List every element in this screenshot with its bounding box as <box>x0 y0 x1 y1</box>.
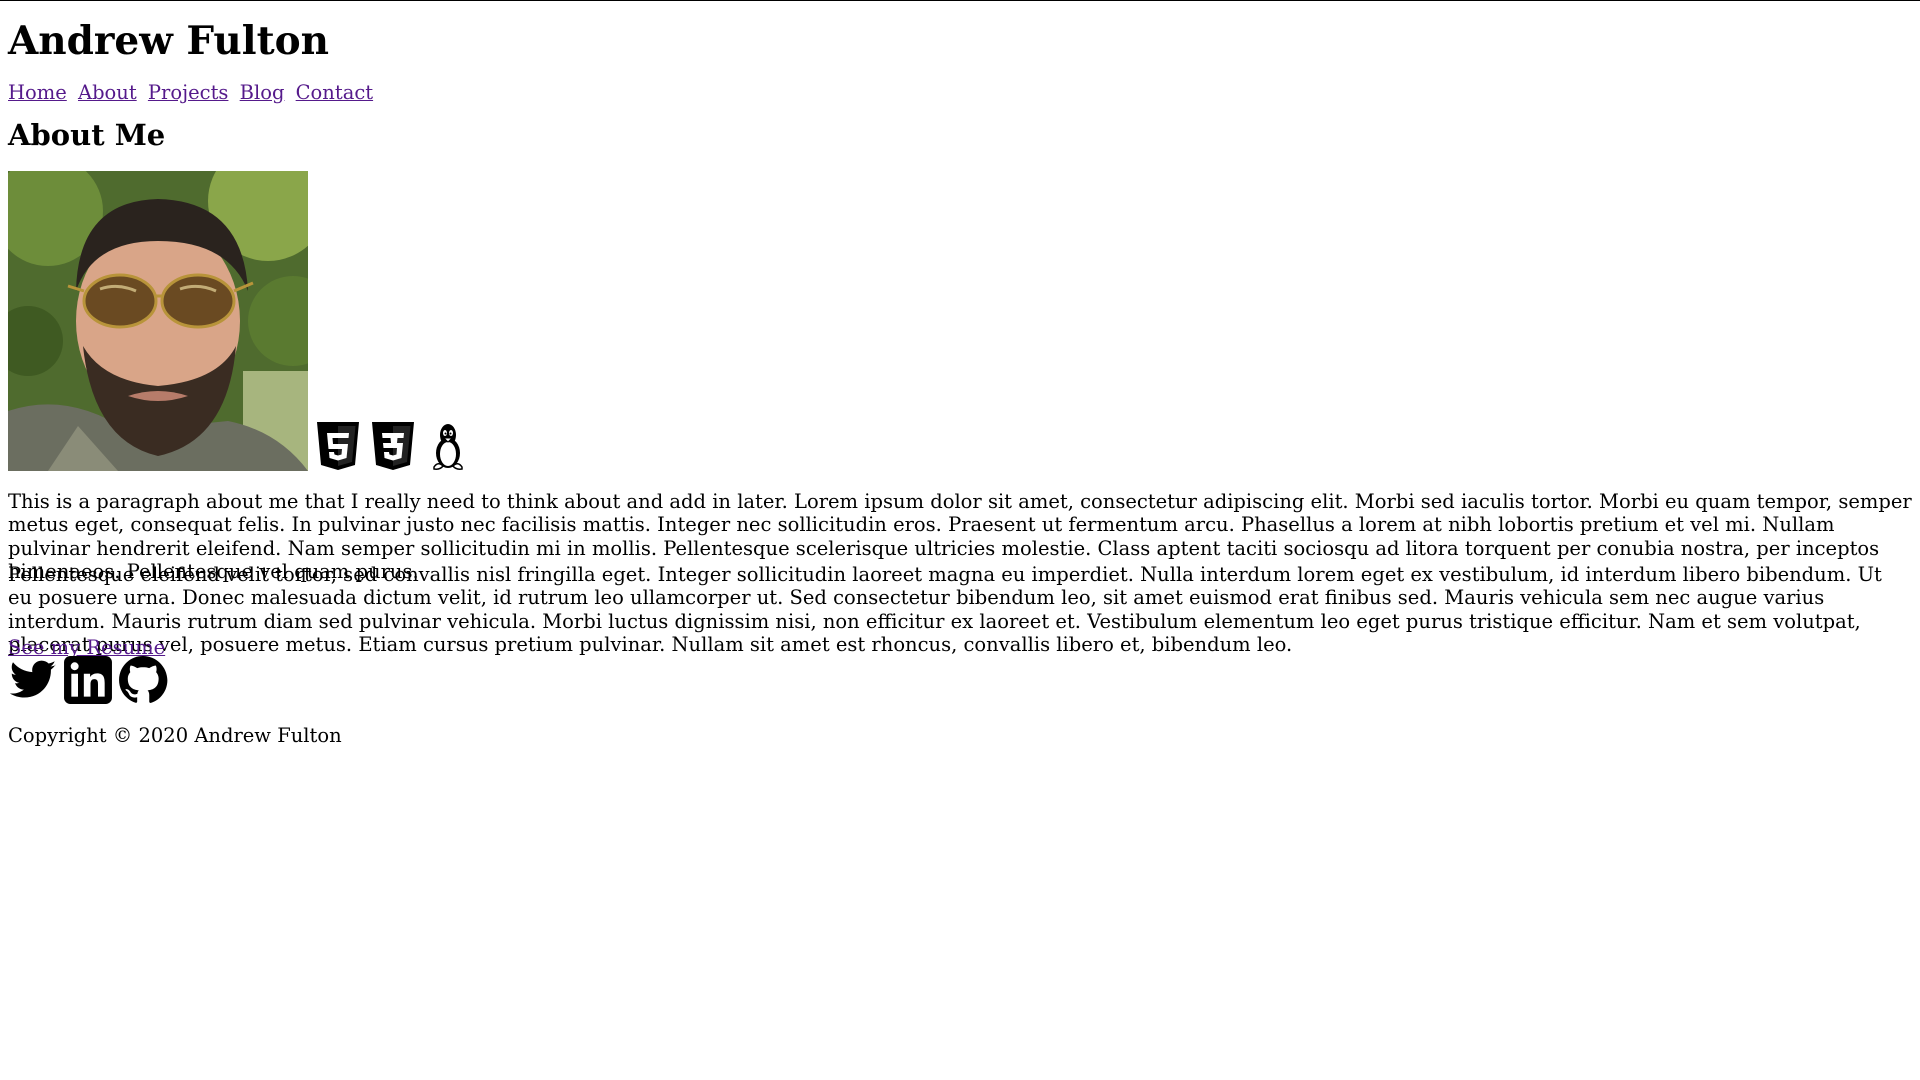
section-title: About Me <box>8 118 166 152</box>
profile-photo <box>8 171 308 471</box>
footer-copyright: Copyright © 2020 Andrew Fulton <box>8 724 342 747</box>
site-title: Andrew Fulton <box>8 18 329 64</box>
bio-paragraph-2: Pellentesque eleifend velit tortor, sed … <box>8 563 1882 657</box>
main-nav: Home About Projects Blog Contact <box>8 81 378 104</box>
social-links <box>8 655 173 705</box>
twitter-icon[interactable] <box>8 655 58 705</box>
linkedin-icon[interactable] <box>63 655 113 705</box>
media-row <box>8 171 473 471</box>
github-icon[interactable] <box>118 655 168 705</box>
html5-icon <box>317 422 359 470</box>
linux-icon <box>433 424 463 470</box>
nav-link-about[interactable]: About <box>78 81 137 104</box>
top-border <box>0 0 1920 1</box>
css3-icon <box>372 422 414 470</box>
nav-link-projects[interactable]: Projects <box>148 81 229 104</box>
nav-link-contact[interactable]: Contact <box>296 81 373 104</box>
nav-link-blog[interactable]: Blog <box>240 81 285 104</box>
nav-link-home[interactable]: Home <box>8 81 67 104</box>
